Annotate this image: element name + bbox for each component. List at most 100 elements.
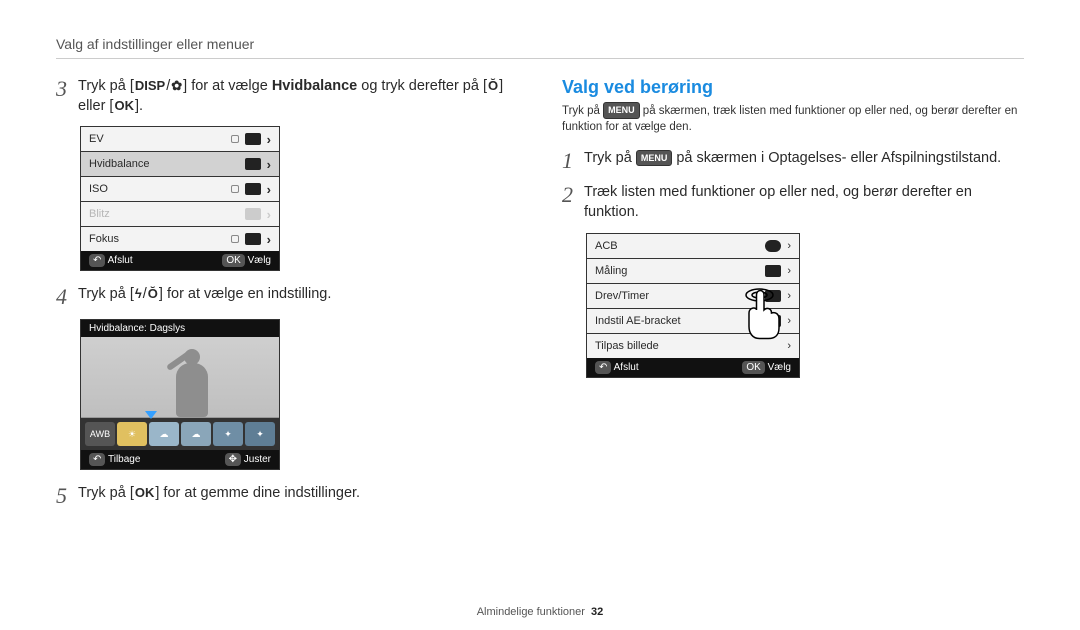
wb-thumb: ✦ <box>213 422 243 446</box>
adjust-pill: ✥ <box>225 453 241 466</box>
selection-marker-icon <box>145 411 157 419</box>
footer-section: Almindelige funktioner <box>477 606 585 618</box>
menu-footer: ↶ Afslut OK Vælg <box>81 251 279 270</box>
menu-row-iso: ISO › <box>81 177 279 202</box>
wb-thumb-strip: AWB ☀ ☁ ☁ ✦ ✦ <box>81 418 279 450</box>
value-icon <box>245 233 261 245</box>
ok-label: OK <box>226 255 240 266</box>
row-label: ISO <box>89 183 108 195</box>
wb-footer: ↶ Tilbage ✥ Juster <box>81 450 279 469</box>
ok-pill: OK <box>742 361 764 374</box>
row-label: Blitz <box>89 208 110 220</box>
chevron-right-icon: › <box>267 157 271 172</box>
lock-icon <box>231 235 239 243</box>
menu-row-ev: EV › <box>81 127 279 152</box>
step-text: Tryk på MENU på skærmen i Optagelses- el… <box>584 149 1001 173</box>
value-icon <box>245 208 261 220</box>
back-pill: ↶ <box>89 254 105 267</box>
step-number: 3 <box>56 77 78 116</box>
chevron-right-icon: › <box>787 265 791 277</box>
chevron-right-icon: › <box>267 207 271 222</box>
step-number: 2 <box>562 183 584 222</box>
chevron-right-icon: › <box>787 240 791 252</box>
text: ]. <box>135 98 143 114</box>
chevron-right-icon: › <box>787 290 791 302</box>
menu-row-metering: Måling › <box>587 259 799 284</box>
ok-icon: OK <box>134 484 156 502</box>
step-text: Træk listen med funktioner op eller ned,… <box>584 183 1024 222</box>
value-icon <box>765 290 781 302</box>
select-label: Vælg <box>768 362 791 373</box>
macro-icon: ✿ <box>170 77 183 95</box>
text: ] for at vælge <box>183 78 272 94</box>
wb-thumb: ☀ <box>117 422 147 446</box>
value-icon <box>245 133 261 145</box>
text: Tryk på <box>562 105 603 117</box>
step-text: Tryk på [ϟ/Ŏ] for at vælge en indstillin… <box>78 285 331 309</box>
menu-row-whitebalance: Hvidbalance › <box>81 152 279 177</box>
select-label: Vælg <box>248 255 271 266</box>
step-5: 5 Tryk på [OK] for at gemme dine indstil… <box>56 484 518 508</box>
step-number: 4 <box>56 285 78 309</box>
menu-icon: MENU <box>636 150 673 166</box>
lock-icon <box>231 185 239 193</box>
row-label: Indstil AE-bracket <box>595 315 681 327</box>
page-footer: Almindelige funktioner 32 <box>0 606 1080 618</box>
page-number: 32 <box>591 606 603 618</box>
step-number: 5 <box>56 484 78 508</box>
section-subtext: Tryk på MENU på skærmen, træk listen med… <box>562 102 1024 135</box>
text: på skærmen i Optagelses- eller Afspilnin… <box>672 150 1001 166</box>
wb-scene <box>81 337 279 418</box>
back-label: Afslut <box>614 362 639 373</box>
row-label: Drev/Timer <box>595 290 649 302</box>
menu-row-focus: Fokus › <box>81 227 279 251</box>
chevron-right-icon: › <box>267 132 271 147</box>
row-label: EV <box>89 133 104 145</box>
timer-icon: Ŏ <box>147 285 159 303</box>
menu-footer: ↶ Afslut OK Vælg <box>587 358 799 377</box>
back-label: Afslut <box>108 255 133 266</box>
back-pill: ↶ <box>595 361 611 374</box>
menu-row-adjust-image: Tilpas billede › <box>587 334 799 358</box>
menu-row-flash: Blitz › <box>81 202 279 227</box>
text: ] for at gemme dine indstillinger. <box>155 485 360 501</box>
menu-row-drive-timer: Drev/Timer › <box>587 284 799 309</box>
ok-icon: OK <box>113 97 135 115</box>
step-text: Tryk på [OK] for at gemme dine indstilli… <box>78 484 360 508</box>
wb-thumb: AWB <box>85 422 115 446</box>
value-icon <box>765 240 781 252</box>
left-column: 3 Tryk på [DISP/✿] for at vælge Hvidbala… <box>56 77 518 519</box>
camera-menu-screenshot-1: EV › Hvidbalance › ISO › Blitz › Fokus <box>80 126 280 271</box>
back-icon: ↶ <box>599 362 607 373</box>
section-heading: Valg ved berøring <box>562 77 1024 98</box>
step-number: 1 <box>562 149 584 173</box>
lock-icon <box>231 135 239 143</box>
row-label: Hvidbalance <box>89 158 150 170</box>
adjust-icon: ✥ <box>229 454 237 465</box>
text: ] for at vælge en indstilling. <box>159 286 331 302</box>
menu-row-ae-bracket: Indstil AE-bracket › <box>587 309 799 334</box>
value-icon <box>245 158 261 170</box>
row-label: ACB <box>595 240 618 252</box>
timer-icon: Ŏ <box>487 77 499 95</box>
whitebalance-preview-screenshot: Hvidbalance: Dagslys AWB ☀ ☁ ☁ ✦ ✦ ↶ Ti <box>80 319 280 470</box>
step-text: Tryk på [DISP/✿] for at vælge Hvidbalanc… <box>78 77 518 116</box>
step-1: 1 Tryk på MENU på skærmen i Optagelses- … <box>562 149 1024 173</box>
back-icon: ↶ <box>93 454 101 465</box>
disp-icon: DISP <box>134 77 166 95</box>
back-icon: ↶ <box>93 255 101 266</box>
ok-pill: OK <box>222 254 244 267</box>
wb-header: Hvidbalance: Dagslys <box>81 320 279 337</box>
chevron-right-icon: › <box>267 232 271 247</box>
chevron-right-icon: › <box>787 315 791 327</box>
wb-thumb: ☁ <box>149 422 179 446</box>
chevron-right-icon: › <box>787 340 791 352</box>
text: Tryk på [ <box>78 78 134 94</box>
text: Tryk på <box>584 150 636 166</box>
text: Tryk på [ <box>78 485 134 501</box>
breadcrumb: Valg af indstillinger eller menuer <box>56 36 1024 59</box>
right-column: Valg ved berøring Tryk på MENU på skærme… <box>562 77 1024 519</box>
menu-row-acb: ACB › <box>587 234 799 259</box>
menu-icon: MENU <box>603 102 640 119</box>
back-pill: ↶ <box>89 453 105 466</box>
